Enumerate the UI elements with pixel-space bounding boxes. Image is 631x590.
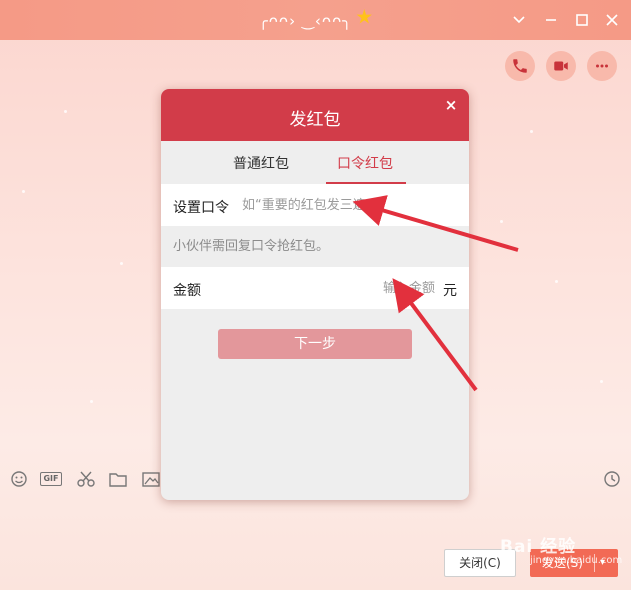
phone-icon bbox=[513, 59, 527, 73]
gif-icon[interactable]: GIF bbox=[40, 472, 62, 486]
more-dots-icon bbox=[596, 64, 608, 68]
snow-speck bbox=[500, 220, 503, 223]
tab-normal-red-packet[interactable]: 普通红包 bbox=[233, 153, 289, 173]
snow-speck bbox=[64, 110, 67, 113]
baidu-watermark: Bai 经验 jingyan.baidu.com bbox=[500, 532, 622, 566]
password-label: 设置口令 bbox=[173, 200, 229, 216]
folder-icon[interactable] bbox=[108, 470, 128, 488]
image-icon[interactable] bbox=[141, 470, 161, 488]
watermark-sub: jingyan.baidu.com bbox=[530, 555, 623, 566]
snow-speck bbox=[600, 380, 603, 383]
next-step-button[interactable]: 下一步 bbox=[218, 329, 412, 359]
window-title-text: ╭ᴖᴖ› ‿‹ᴖᴖ╮ bbox=[258, 12, 353, 30]
snow-speck bbox=[90, 400, 93, 403]
snow-speck bbox=[530, 130, 533, 133]
snow-speck bbox=[555, 280, 558, 283]
password-hint: 小伙伴需回复口令抢红包。 bbox=[173, 239, 330, 254]
maximize-icon[interactable] bbox=[572, 10, 592, 30]
more-button[interactable] bbox=[587, 51, 617, 81]
close-icon[interactable] bbox=[602, 10, 622, 30]
password-row: 设置口令 bbox=[161, 184, 469, 226]
amount-unit: 元 bbox=[443, 283, 457, 299]
tab-bar: 普通红包 口令红包 bbox=[161, 141, 469, 183]
minimize-icon[interactable] bbox=[541, 10, 561, 30]
snow-speck bbox=[22, 190, 25, 193]
amount-input[interactable] bbox=[311, 279, 435, 297]
red-packet-dialog: 发红包 × 普通红包 口令红包 设置口令 小伙伴需回复口令抢红包。 金额 元 下… bbox=[161, 89, 469, 500]
vip-star-icon bbox=[356, 9, 372, 24]
history-clock-icon[interactable] bbox=[602, 470, 622, 488]
password-input[interactable] bbox=[242, 196, 456, 214]
voice-call-button[interactable] bbox=[505, 51, 535, 81]
tab-password-red-packet[interactable]: 口令红包 bbox=[337, 153, 393, 173]
amount-row: 金额 元 bbox=[161, 267, 469, 309]
scissors-icon[interactable] bbox=[76, 470, 96, 488]
snow-speck bbox=[120, 262, 123, 265]
video-camera-icon bbox=[554, 61, 568, 71]
dialog-header: 发红包 × bbox=[161, 89, 469, 141]
dialog-close-icon[interactable]: × bbox=[443, 97, 459, 113]
chevron-down-icon[interactable] bbox=[509, 10, 529, 30]
watermark-text: Bai 经验 bbox=[500, 537, 577, 557]
amount-label: 金额 bbox=[173, 283, 201, 299]
video-call-button[interactable] bbox=[546, 51, 576, 81]
title-bar: ╭ᴖᴖ› ‿‹ᴖᴖ╮ bbox=[0, 0, 631, 40]
window-title: ╭ᴖᴖ› ‿‹ᴖᴖ╮ bbox=[0, 9, 631, 30]
emoji-icon[interactable] bbox=[9, 470, 29, 488]
dialog-title: 发红包 bbox=[289, 110, 341, 130]
